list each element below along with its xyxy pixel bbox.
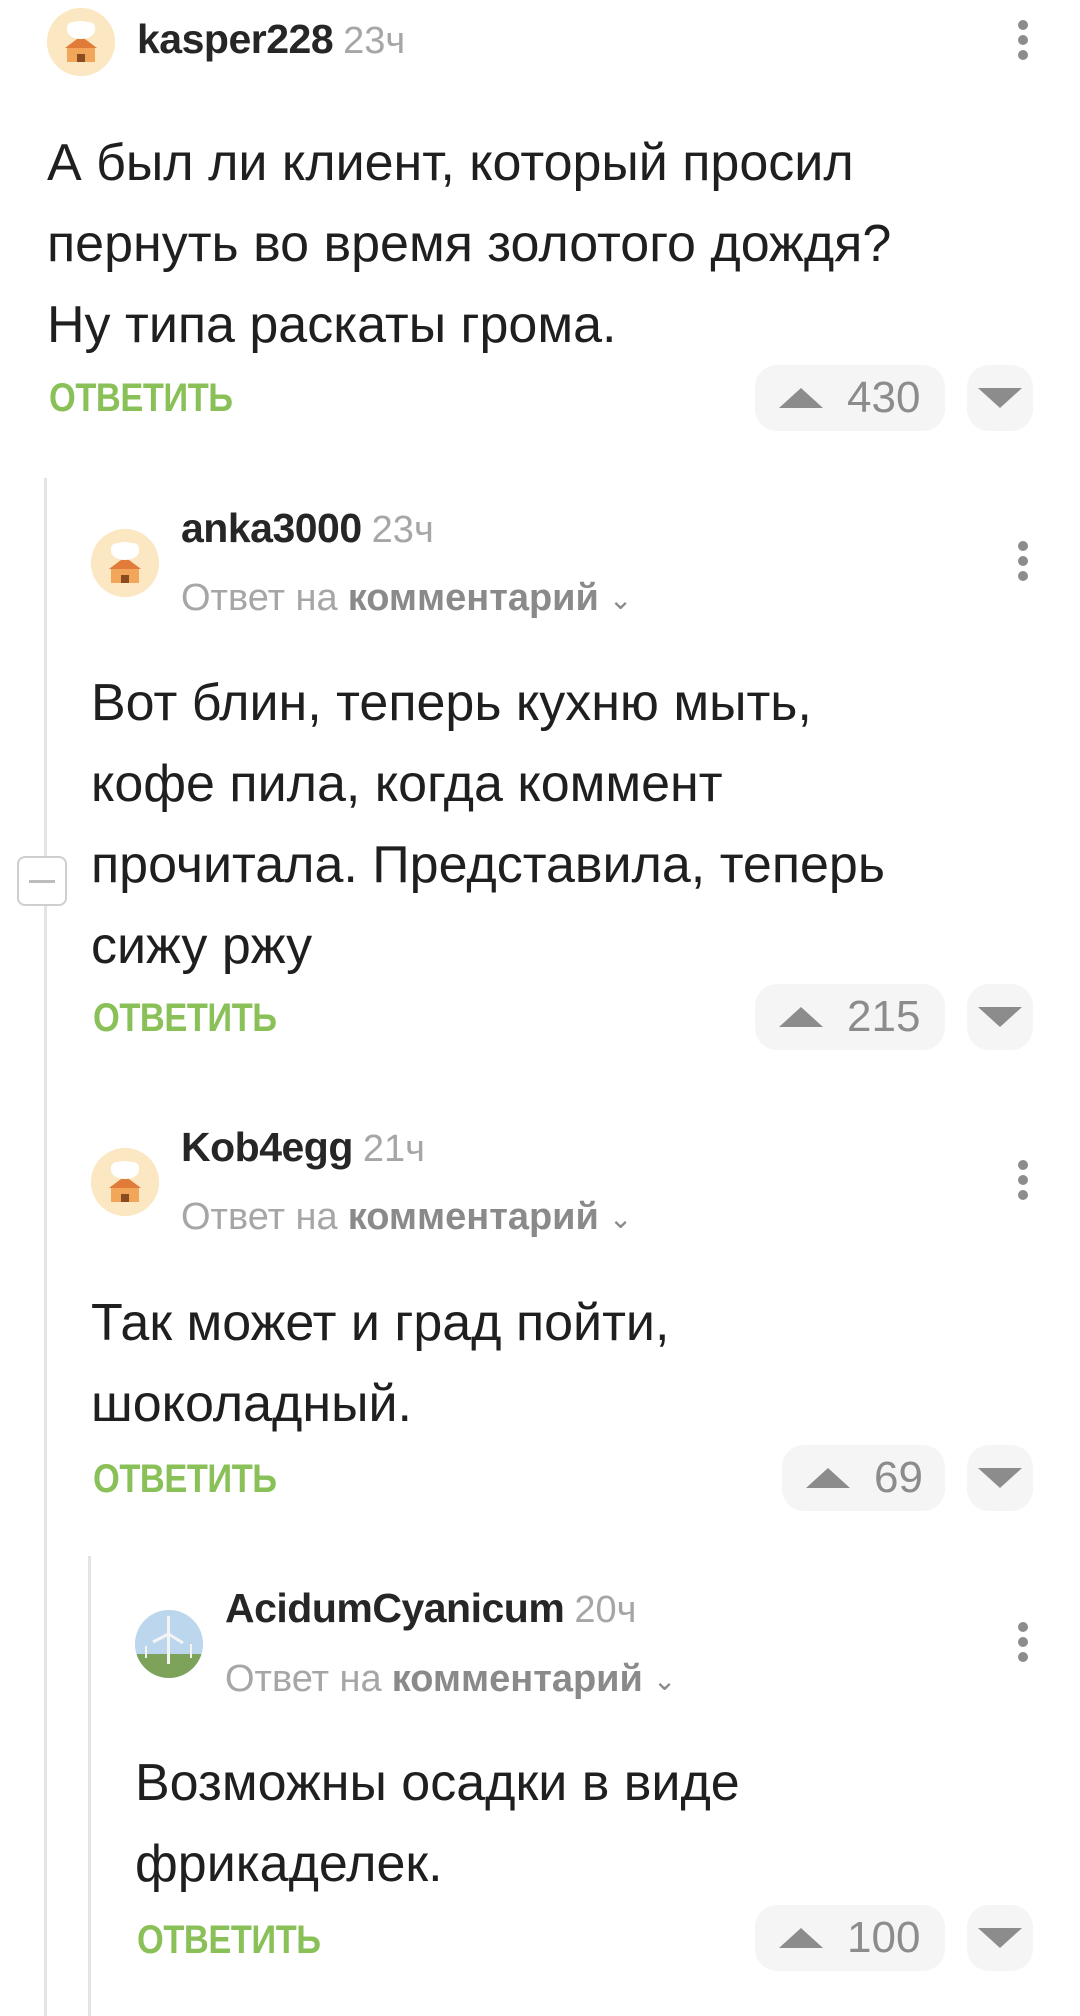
comment-text: Вот блин, теперь кухню мыть, кофе пила, …	[91, 663, 885, 987]
vote-count: 430	[847, 373, 921, 422]
comment-text: Так может и град пойти, шоколадный.	[91, 1283, 669, 1445]
chef-avatar-icon[interactable]	[91, 529, 159, 597]
username-text[interactable]: anka3000	[181, 505, 362, 551]
comment-text: А был ли клиент, который просил пернуть …	[47, 123, 891, 366]
comment-time: 23ч	[371, 509, 434, 551]
vote-count: 215	[847, 992, 921, 1041]
comment-line: Вот блин, теперь кухню мыть,	[91, 674, 812, 732]
downvote-arrow-icon	[978, 1928, 1022, 1948]
downvote-button[interactable]	[967, 1445, 1033, 1511]
upvote-button[interactable]: 215	[755, 984, 945, 1050]
collapse-thread-button[interactable]	[17, 856, 67, 906]
comment-username[interactable]: Kob4egg 21ч	[181, 1124, 425, 1171]
chevron-down-icon[interactable]: ⌄	[653, 1664, 676, 1697]
reply-to-link[interactable]: Ответ на комментарий ⌄	[225, 1658, 676, 1701]
comment-username[interactable]: AcidumCyanicum 20ч	[225, 1585, 636, 1632]
upvote-arrow-icon	[806, 1468, 850, 1488]
reply-button[interactable]: ОТВЕТИТЬ	[49, 376, 233, 421]
reply-to-target[interactable]: комментарий	[348, 577, 599, 619]
upvote-button[interactable]: 100	[755, 1905, 945, 1971]
more-vertical-icon[interactable]	[1013, 541, 1033, 581]
reply-to-prefix: Ответ на	[181, 577, 338, 619]
comment-username[interactable]: anka3000 23ч	[181, 505, 434, 552]
reply-to-target[interactable]: комментарий	[348, 1196, 599, 1238]
reply-button[interactable]: ОТВЕТИТЬ	[93, 1457, 277, 1502]
username-text[interactable]: Kob4egg	[181, 1124, 353, 1170]
chef-avatar-icon[interactable]	[91, 1148, 159, 1216]
comment-line: прочитала. Представила, теперь	[91, 836, 885, 894]
comment-line: Так может и град пойти,	[91, 1294, 670, 1352]
vote-count: 69	[874, 1453, 923, 1502]
reply-button[interactable]: ОТВЕТИТЬ	[137, 1918, 321, 1963]
comment-time: 20ч	[574, 1589, 637, 1631]
reply-to-prefix: Ответ на	[225, 1658, 382, 1700]
upvote-arrow-icon	[779, 1007, 823, 1027]
wind-turbine-avatar[interactable]	[135, 1610, 203, 1678]
chef-avatar-icon[interactable]	[47, 8, 115, 76]
comment-line: кофе пила, когда коммент	[91, 755, 723, 813]
reply-to-prefix: Ответ на	[181, 1196, 338, 1238]
upvote-arrow-icon	[779, 388, 823, 408]
comment-line: Ну типа раскаты грома.	[47, 296, 617, 354]
reply-to-link[interactable]: Ответ на комментарий ⌄	[181, 1196, 632, 1239]
upvote-button[interactable]: 69	[782, 1445, 945, 1511]
comment-time: 23ч	[343, 20, 406, 62]
reply-to-target[interactable]: комментарий	[392, 1658, 643, 1700]
thread-line-level-2	[88, 1556, 91, 2016]
comment-time: 21ч	[362, 1128, 425, 1170]
comment-line: Возможны осадки в виде	[135, 1754, 740, 1812]
chevron-down-icon[interactable]: ⌄	[609, 583, 632, 616]
more-vertical-icon[interactable]	[1013, 20, 1033, 60]
comment-text: Возможны осадки в виде фрикаделек.	[135, 1743, 740, 1905]
chevron-down-icon[interactable]: ⌄	[609, 1202, 632, 1235]
comment-line: сижу ржу	[91, 917, 313, 975]
username-text[interactable]: kasper228	[137, 16, 334, 62]
downvote-button[interactable]	[967, 984, 1033, 1050]
comment-line: пернуть во время золотого дождя?	[47, 215, 892, 273]
more-vertical-icon[interactable]	[1013, 1622, 1033, 1662]
reply-button[interactable]: ОТВЕТИТЬ	[93, 996, 277, 1041]
collapse-thread-icon	[29, 879, 55, 883]
thread-line-level-1	[44, 478, 47, 2016]
upvote-button[interactable]: 430	[755, 365, 945, 431]
more-vertical-icon[interactable]	[1013, 1160, 1033, 1200]
comment-username[interactable]: kasper228 23ч	[137, 16, 405, 63]
comment-line: фрикаделек.	[135, 1835, 443, 1893]
downvote-arrow-icon	[978, 1468, 1022, 1488]
downvote-button[interactable]	[967, 365, 1033, 431]
downvote-arrow-icon	[978, 1007, 1022, 1027]
username-text[interactable]: AcidumCyanicum	[225, 1585, 565, 1631]
downvote-arrow-icon	[978, 388, 1022, 408]
comment-line: шоколадный.	[91, 1375, 412, 1433]
vote-count: 100	[847, 1913, 921, 1962]
upvote-arrow-icon	[779, 1928, 823, 1948]
comment-line: А был ли клиент, который просил	[47, 134, 854, 192]
downvote-button[interactable]	[967, 1905, 1033, 1971]
reply-to-link[interactable]: Ответ на комментарий ⌄	[181, 577, 632, 620]
